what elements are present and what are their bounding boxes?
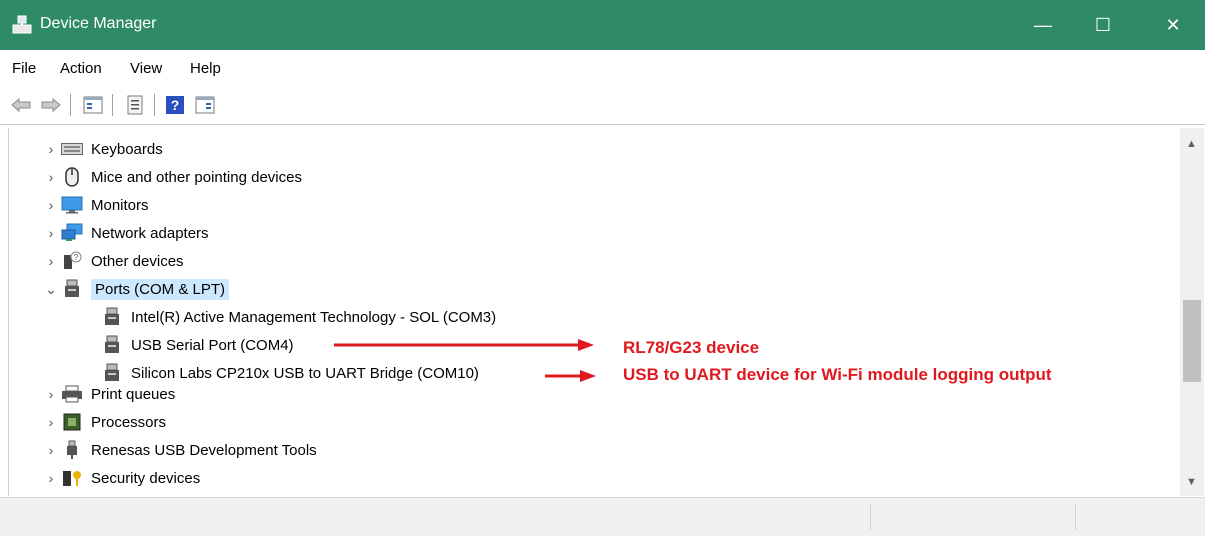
scroll-up-icon[interactable]: ▲ <box>1186 138 1197 150</box>
scrollbar-thumb[interactable] <box>1183 300 1201 382</box>
status-bar-divider <box>870 504 871 530</box>
annotation-rl78-g23: RL78/G23 device <box>623 338 760 357</box>
annotation-arrowhead-com10 <box>580 370 596 382</box>
annotation-usb-uart-wifi: USB to UART device for Wi-Fi module logg… <box>623 365 1052 384</box>
status-bar-divider <box>1075 504 1076 530</box>
annotation-arrows <box>334 339 596 382</box>
status-bar <box>0 497 1205 536</box>
scroll-down-icon[interactable]: ▼ <box>1186 476 1197 488</box>
annotation-arrowhead-com4 <box>578 339 594 351</box>
vertical-scrollbar[interactable]: ▲ ▼ <box>1180 128 1204 496</box>
